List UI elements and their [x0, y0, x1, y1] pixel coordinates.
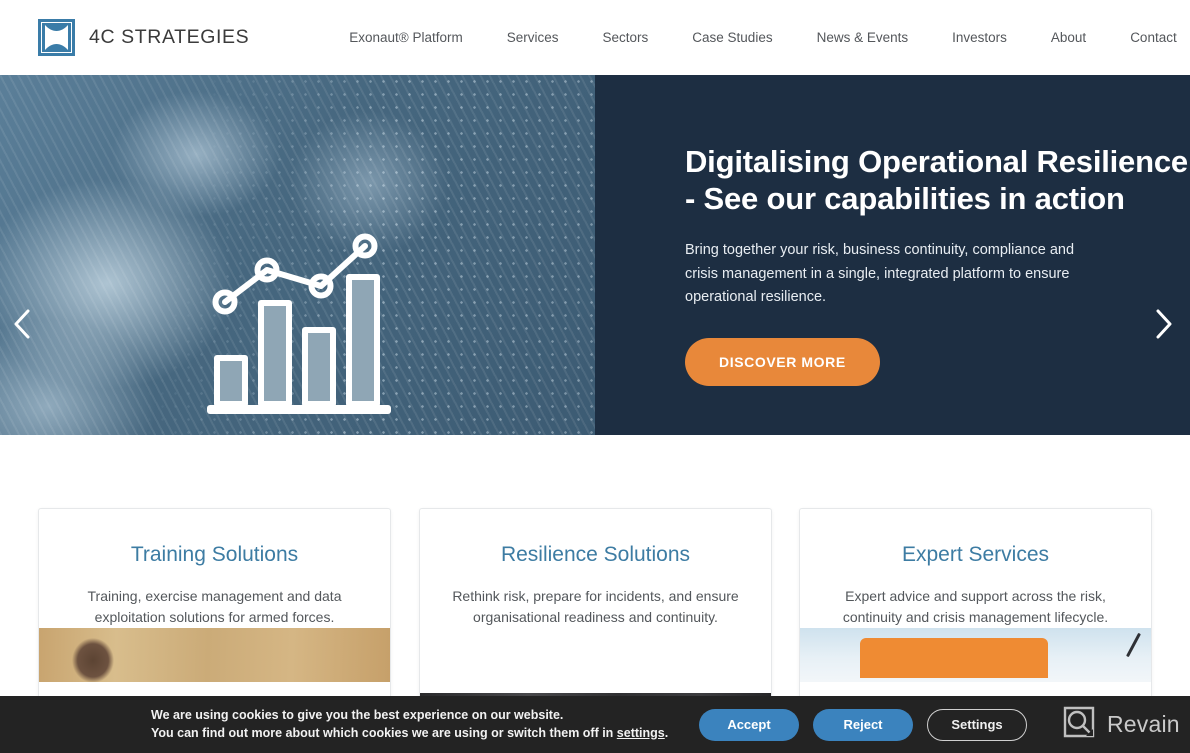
- cookie-message-line-1: We are using cookies to give you the bes…: [151, 708, 564, 722]
- cookie-button-group: Accept Reject Settings: [699, 708, 1027, 741]
- cookie-message: We are using cookies to give you the bes…: [151, 707, 691, 742]
- nav-item-services[interactable]: Services: [485, 0, 581, 75]
- card-description: Training, exercise management and data e…: [87, 588, 342, 625]
- card-description: Rethink risk, prepare for incidents, and…: [452, 588, 739, 625]
- card-title: Resilience Solutions: [500, 543, 691, 566]
- hero-title-line-1: Digitalising Operational Resilience: [685, 144, 1188, 179]
- cookie-accept-button[interactable]: Accept: [699, 708, 799, 741]
- logo-text: 4C STRATEGIES: [89, 26, 250, 48]
- soldiers-training-photo: [39, 628, 390, 682]
- nav-item-sectors[interactable]: Sectors: [581, 0, 671, 75]
- hero-content-panel: Digitalising Operational Resilience - Se…: [595, 75, 1190, 435]
- nav-item-news-events[interactable]: News & Events: [795, 0, 931, 75]
- carousel-prev-button[interactable]: [2, 304, 42, 348]
- chevron-left-icon: [12, 308, 32, 345]
- pen-decoration: [1126, 632, 1141, 658]
- card-description: Expert advice and support across the ris…: [842, 588, 1109, 625]
- bar-chart-line-graph-icon: [205, 230, 395, 425]
- carousel-next-button[interactable]: [1144, 304, 1184, 348]
- cookie-message-line-2: You can find out more about which cookie…: [151, 725, 691, 743]
- cookie-line2-before: You can find out more about which cookie…: [151, 725, 617, 740]
- 4c-bowtie-logo-icon: [38, 19, 75, 56]
- main-navigation: Exonaut® Platform Services Sectors Case …: [349, 0, 1190, 75]
- hero-subtitle: Bring together your risk, business conti…: [685, 242, 1075, 305]
- cookie-reject-button[interactable]: Reject: [813, 708, 913, 741]
- whiteboard-workshop-photo: [800, 628, 1151, 682]
- revain-watermark: Revain: [1062, 705, 1180, 744]
- site-header: 4C STRATEGIES Exonaut® Platform Services…: [0, 0, 1190, 75]
- nav-item-contact[interactable]: Contact: [1108, 0, 1190, 75]
- cookie-consent-banner: We are using cookies to give you the bes…: [0, 696, 1190, 753]
- nav-item-case-studies[interactable]: Case Studies: [670, 0, 794, 75]
- nav-item-about[interactable]: About: [1029, 0, 1108, 75]
- revain-label: Revain: [1107, 711, 1180, 737]
- chevron-right-icon: [1154, 308, 1174, 345]
- cookie-settings-link[interactable]: settings: [617, 726, 665, 740]
- card-title: Training Solutions: [130, 543, 299, 566]
- hero-carousel: Digitalising Operational Resilience - Se…: [0, 75, 1190, 435]
- cookie-line2-after: .: [664, 725, 669, 740]
- revain-logo-icon: [1062, 705, 1096, 744]
- discover-more-button[interactable]: DISCOVER MORE: [685, 337, 880, 386]
- cookie-settings-button[interactable]: Settings: [927, 708, 1027, 741]
- hero-title-line-2: - See our capabilities in action: [685, 181, 1125, 216]
- nav-item-exonaut-platform[interactable]: Exonaut® Platform: [349, 0, 485, 75]
- logo[interactable]: 4C STRATEGIES: [38, 19, 249, 56]
- nav-item-investors[interactable]: Investors: [930, 0, 1029, 75]
- hero-title: Digitalising Operational Resilience - Se…: [685, 143, 1190, 217]
- hero-image-panel: [0, 75, 595, 435]
- card-title: Expert Services: [901, 543, 1050, 566]
